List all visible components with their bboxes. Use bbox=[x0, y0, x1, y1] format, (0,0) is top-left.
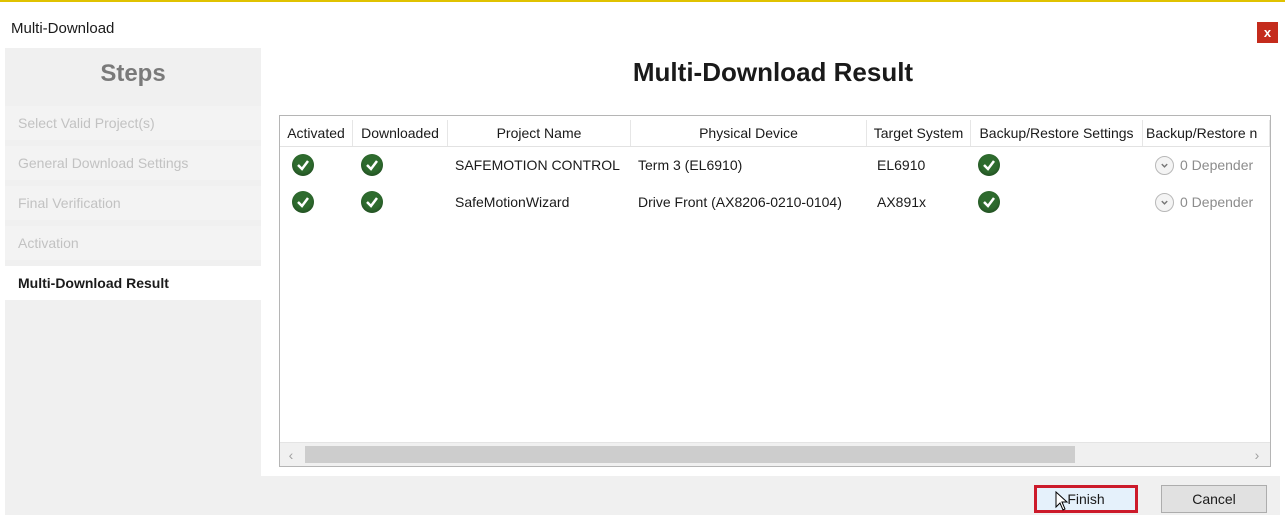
column-header-downloaded[interactable]: Downloaded bbox=[353, 120, 448, 146]
project-name-cell: SafeMotionWizard bbox=[455, 194, 570, 210]
step-select-valid-projects: Select Valid Project(s) bbox=[5, 106, 261, 140]
step-activation: Activation bbox=[5, 226, 261, 260]
dependencies-text: 0 Depender bbox=[1180, 194, 1254, 210]
column-header-physical-device[interactable]: Physical Device bbox=[631, 120, 867, 146]
window-title: Multi-Download bbox=[11, 20, 115, 37]
scrollbar-thumb[interactable] bbox=[305, 446, 1075, 463]
dependencies-text: 0 Depender bbox=[1180, 157, 1254, 173]
column-header-activated[interactable]: Activated bbox=[280, 120, 353, 146]
horizontal-scrollbar[interactable]: ‹ › bbox=[280, 442, 1270, 466]
chevron-down-icon[interactable] bbox=[1155, 155, 1174, 175]
close-button[interactable]: x bbox=[1257, 22, 1278, 43]
step-multi-download-result: Multi-Download Result bbox=[5, 266, 261, 300]
check-icon bbox=[361, 154, 383, 176]
column-header-target-system[interactable]: Target System bbox=[867, 120, 971, 146]
check-icon bbox=[978, 191, 1000, 213]
page-title: Multi-Download Result bbox=[632, 56, 914, 87]
title-bar: Multi-Download x bbox=[0, 0, 1285, 48]
target-system-cell: EL6910 bbox=[877, 157, 926, 173]
result-grid: Activated Downloaded Project Name Physic… bbox=[279, 115, 1271, 467]
column-header-backup-restore-settings[interactable]: Backup/Restore Settings bbox=[971, 120, 1143, 146]
step-final-verification: Final Verification bbox=[5, 186, 261, 220]
chevron-down-icon[interactable] bbox=[1155, 192, 1174, 212]
column-header-backup-restore-n[interactable]: Backup/Restore n bbox=[1143, 120, 1270, 146]
check-icon bbox=[361, 191, 383, 213]
physical-device-cell: Drive Front (AX8206-0210-0104) bbox=[638, 194, 842, 210]
grid-header: Activated Downloaded Project Name Physic… bbox=[280, 120, 1270, 147]
step-general-download-settings: General Download Settings bbox=[5, 146, 261, 180]
cancel-button[interactable]: Cancel bbox=[1161, 485, 1267, 513]
steps-title: Steps bbox=[100, 60, 166, 87]
mouse-cursor-icon bbox=[1055, 491, 1069, 511]
table-row[interactable]: SafeMotionWizard Drive Front (AX8206-021… bbox=[280, 184, 1270, 220]
table-row[interactable]: SAFEMOTION CONTROL Term 3 (EL6910) EL691… bbox=[280, 147, 1270, 183]
multi-download-window: Multi-Download x Steps Select Valid Proj… bbox=[0, 0, 1285, 515]
check-icon bbox=[292, 191, 314, 213]
scroll-right-icon[interactable]: › bbox=[1246, 443, 1268, 466]
finish-button[interactable]: Finish bbox=[1034, 485, 1138, 513]
check-icon bbox=[978, 154, 1000, 176]
target-system-cell: AX891x bbox=[877, 194, 927, 210]
project-name-cell: SAFEMOTION CONTROL bbox=[455, 157, 620, 173]
steps-sidebar: Steps Select Valid Project(s) General Do… bbox=[5, 48, 261, 476]
scroll-left-icon[interactable]: ‹ bbox=[280, 443, 302, 466]
check-icon bbox=[292, 154, 314, 176]
physical-device-cell: Term 3 (EL6910) bbox=[638, 157, 743, 173]
column-header-project-name[interactable]: Project Name bbox=[448, 120, 631, 146]
